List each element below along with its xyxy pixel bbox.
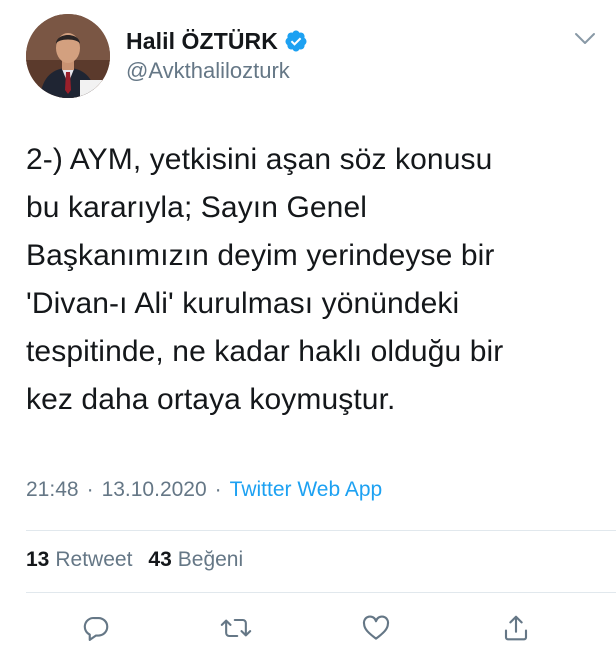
like-stat[interactable]: 43 Beğeni [148,548,243,572]
meta-separator: · [86,478,94,501]
retweet-button[interactable] [216,608,256,648]
reply-icon [83,616,109,641]
verified-badge-icon [284,29,308,53]
chevron-down-icon[interactable] [574,32,596,46]
tweet-time[interactable]: 21:48 [26,478,79,502]
tweet-text: 2-) AYM, yetkisini aşan söz konusu bu ka… [26,143,504,416]
like-label: Beğeni [177,548,244,571]
retweet-label: Retweet [55,548,133,571]
tweet-date[interactable]: 13.10.2020 [102,478,207,502]
heart-icon [362,615,390,640]
meta-separator: · [214,478,222,501]
tweet-header: Halil ÖZTÜRK @Avkthalilozturk [26,14,596,100]
profile-photo-icon [26,14,110,98]
reply-button[interactable] [76,608,116,648]
retweet-stat[interactable]: 13 Retweet [26,548,132,572]
avatar[interactable] [26,14,110,98]
like-count: 43 [148,548,172,571]
user-handle[interactable]: @Avkthalilozturk [126,58,308,84]
display-name-row: Halil ÖZTÜRK [126,26,308,56]
retweet-icon [220,618,252,638]
tweet-stats: 13 Retweet 43 Beğeni [26,548,259,572]
tweet-detail: Halil ÖZTÜRK @Avkthalilozturk 2-) AYM, y… [0,0,616,662]
author-names: Halil ÖZTÜRK @Avkthalilozturk [126,26,308,84]
retweet-count: 13 [26,548,50,571]
tweet-actions [0,608,616,648]
share-icon [504,615,528,641]
divider [26,530,616,531]
tweet-meta: 21:48 · 13.10.2020 · Twitter Web App [26,478,382,502]
display-name[interactable]: Halil ÖZTÜRK [126,28,278,55]
divider [26,592,616,593]
like-button[interactable] [356,608,396,648]
tweet-source-link[interactable]: Twitter Web App [230,478,383,502]
share-button[interactable] [496,608,536,648]
